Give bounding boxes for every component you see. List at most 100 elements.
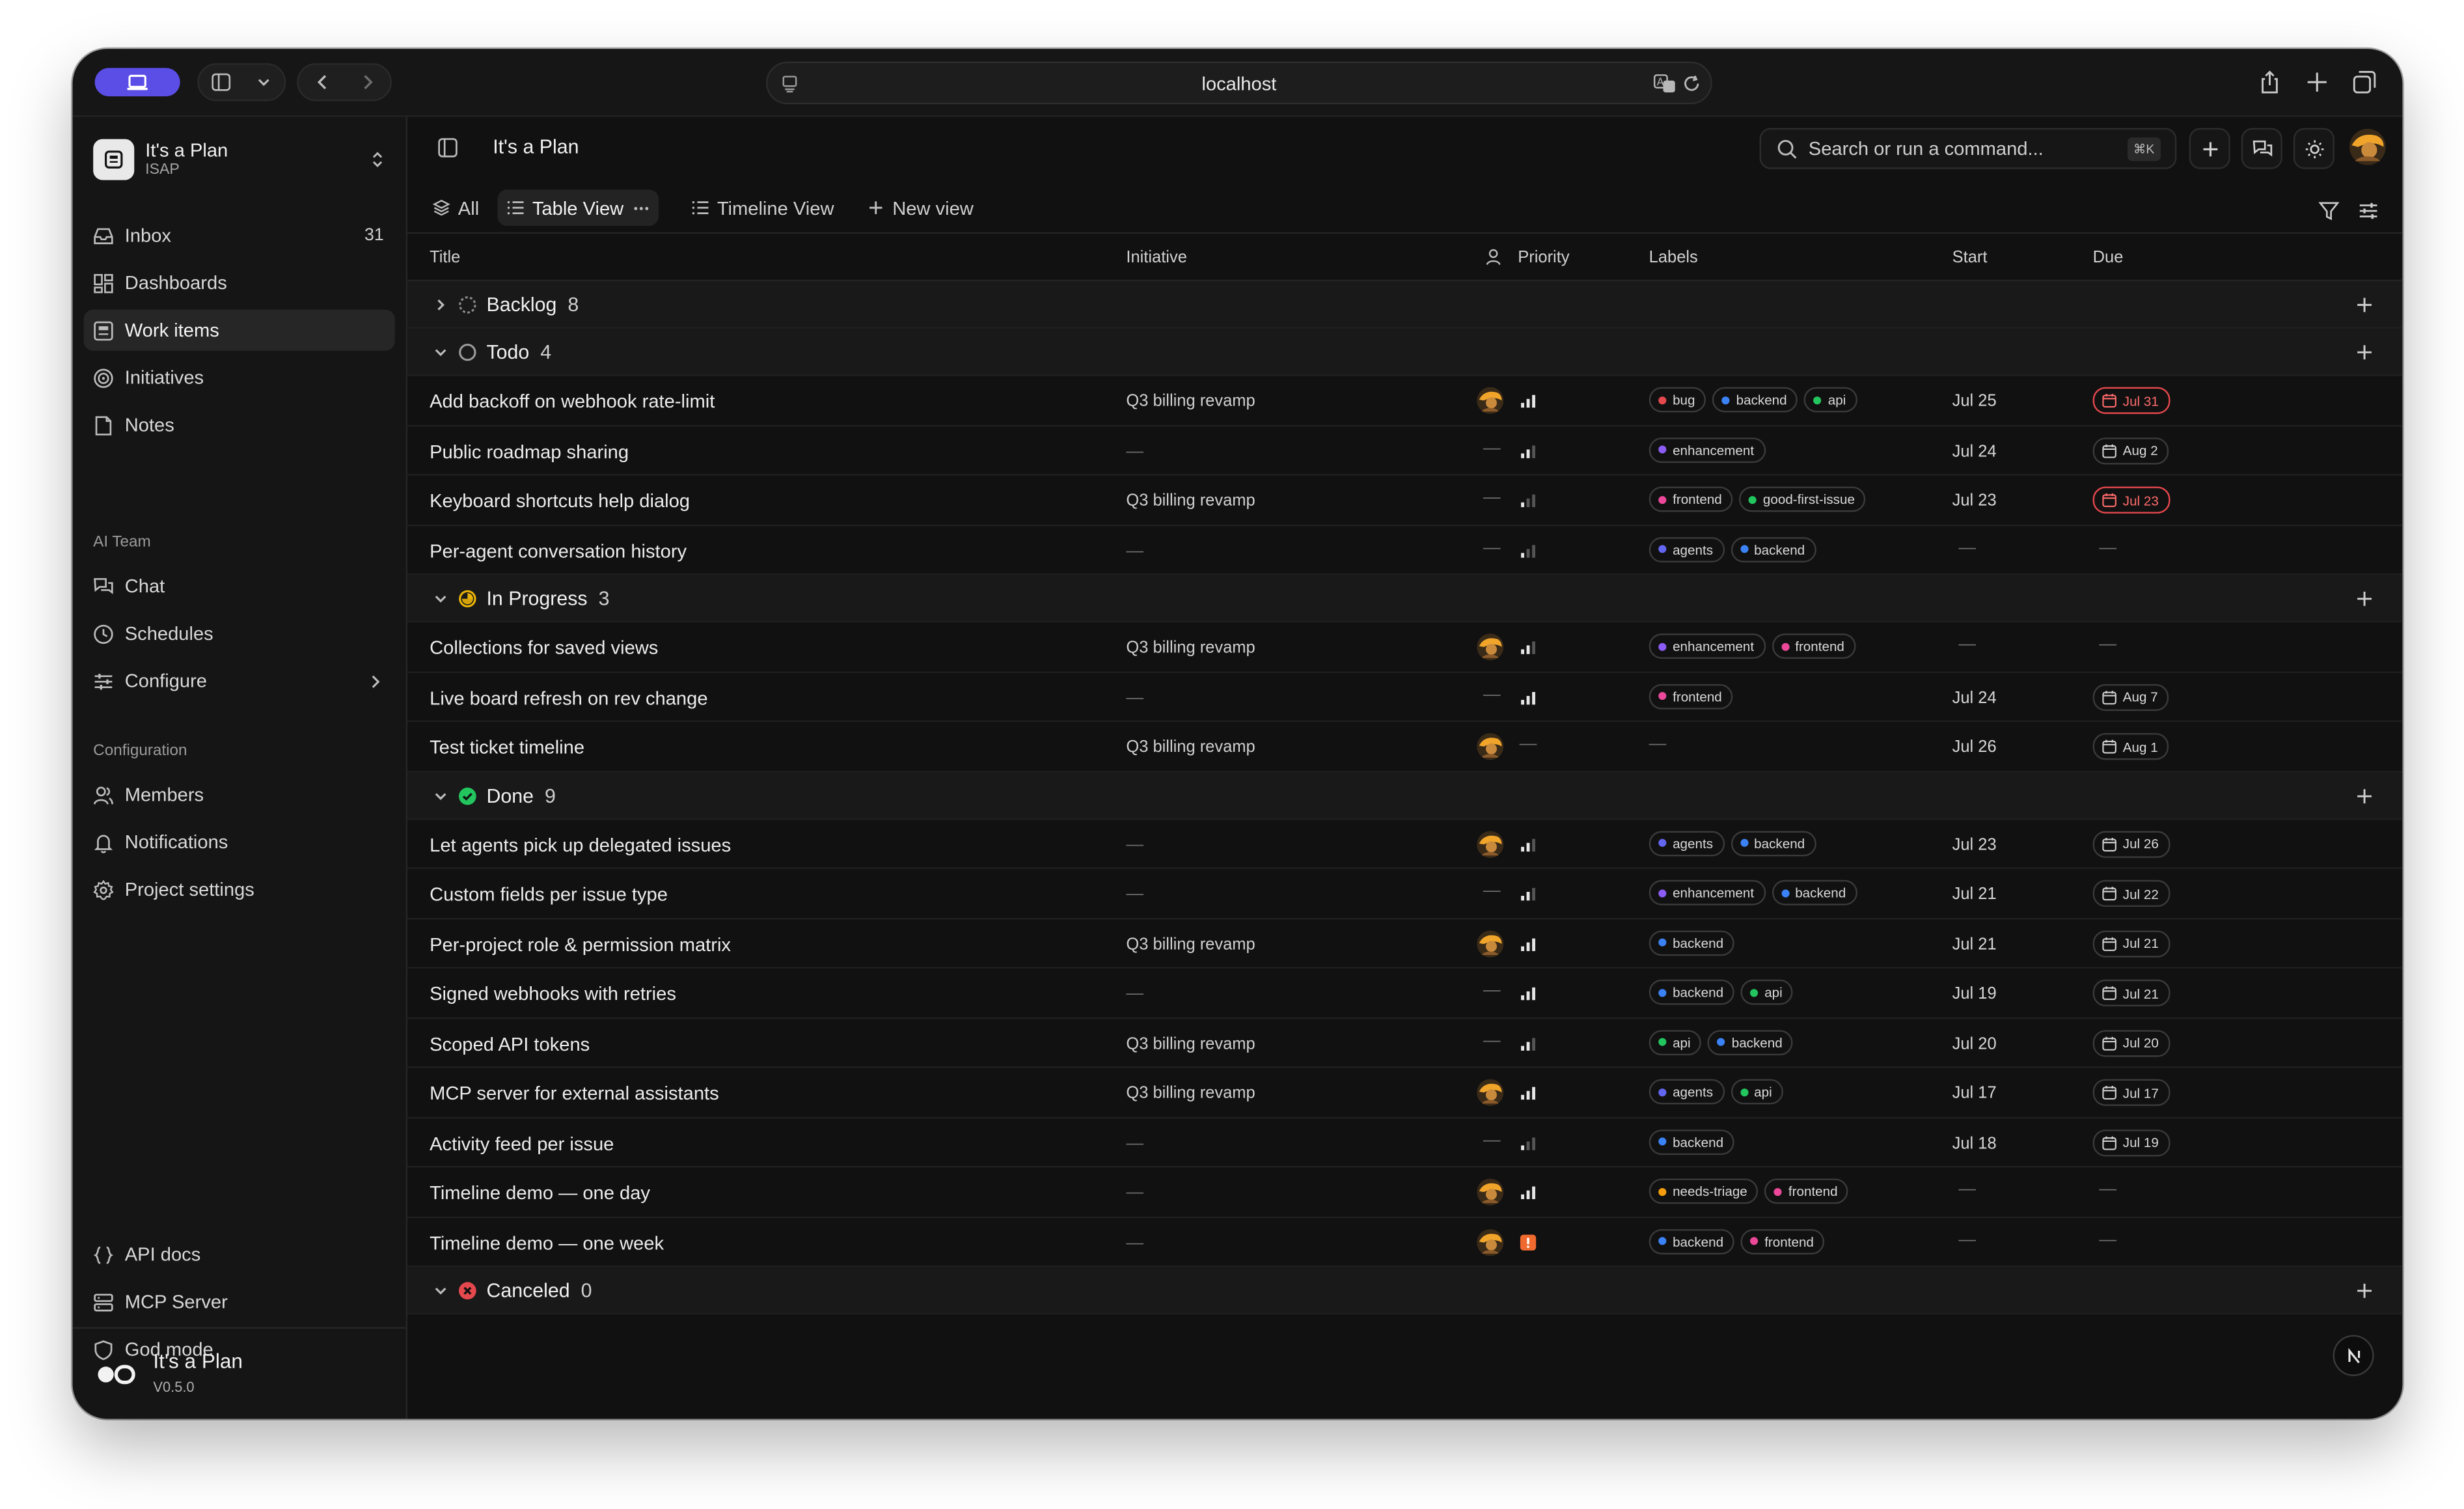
item-title[interactable]: Collections for saved views (430, 637, 658, 659)
column-header-due[interactable]: Due (2093, 248, 2124, 267)
due-date[interactable]: Aug 2 (2092, 437, 2169, 464)
table-row[interactable]: Test ticket timeline Q3 billing revamp — — J… (407, 722, 2403, 772)
assignee-avatar[interactable] (1477, 633, 1504, 661)
sidebar-item-schedules[interactable]: Schedules (84, 613, 395, 654)
item-start-date[interactable]: Jul 21 (1952, 935, 1997, 954)
empty-initiative[interactable]: — (1126, 885, 1143, 904)
item-start-date[interactable]: Jul 20 (1952, 1034, 1997, 1053)
item-title[interactable]: Public roadmap sharing (430, 440, 629, 462)
label-chip[interactable]: enhancement (1649, 437, 1766, 462)
label-chip[interactable]: frontend (1740, 1228, 1825, 1254)
assignee-avatar[interactable] (1477, 1228, 1504, 1256)
item-title[interactable]: Test ticket timeline (430, 736, 584, 758)
group-header-done[interactable]: Done 9 (407, 771, 2403, 820)
item-title[interactable]: Signed webhooks with retries (430, 983, 676, 1005)
item-title[interactable]: Keyboard shortcuts help dialog (430, 490, 690, 512)
due-date[interactable]: Jul 22 (2092, 879, 2170, 907)
label-chip[interactable]: backend (1730, 536, 1816, 562)
priority-medium-icon[interactable] (1520, 885, 1537, 902)
chevron-down-icon[interactable] (433, 788, 448, 803)
assignee-avatar[interactable] (1477, 733, 1504, 760)
table-row[interactable]: Timeline demo — one week — backend frontend… (407, 1217, 2403, 1267)
new-tab-icon[interactable] (2305, 70, 2330, 95)
workspace-switcher[interactable]: It's a Plan ISAP (93, 136, 387, 184)
empty-initiative[interactable]: — (1126, 1184, 1143, 1202)
group-header-in-progress[interactable]: In Progress 3 (407, 575, 2403, 623)
label-chip[interactable]: backend (1649, 979, 1735, 1005)
table-row[interactable]: Signed webhooks with retries — — backend api… (407, 969, 2403, 1019)
item-title[interactable]: Scoped API tokens (430, 1032, 590, 1055)
empty-assignee[interactable]: — (1483, 488, 1501, 507)
item-title[interactable]: Activity feed per issue (430, 1132, 614, 1154)
empty-due-date[interactable]: — (2099, 538, 2116, 557)
sidebar-item-configure[interactable]: Configure (84, 660, 395, 701)
column-header-labels[interactable]: Labels (1649, 248, 1698, 267)
priority-medium-icon[interactable] (1520, 835, 1537, 853)
chat-button[interactable] (2241, 128, 2282, 169)
due-date-overdue[interactable]: Jul 23 (2092, 486, 2170, 514)
sidebar-item-inbox[interactable]: Inbox 31 (84, 215, 395, 256)
sidebar-item-notes[interactable]: Notes (84, 404, 395, 445)
share-icon[interactable] (2257, 70, 2282, 95)
empty-initiative[interactable]: — (1126, 441, 1143, 460)
reload-icon[interactable] (1682, 74, 1701, 93)
empty-start-date[interactable]: — (1958, 1230, 1976, 1249)
priority-medium-icon[interactable] (1520, 1034, 1537, 1051)
tab-all[interactable]: All (423, 189, 488, 226)
add-item-icon[interactable] (2355, 786, 2374, 805)
label-chip[interactable]: backend (1649, 1228, 1735, 1254)
user-avatar[interactable] (2349, 128, 2387, 166)
priority-high-icon[interactable] (1520, 935, 1537, 952)
item-start-date[interactable]: Jul 17 (1952, 1084, 1997, 1103)
item-start-date[interactable]: Jul 26 (1952, 738, 1997, 756)
column-header-priority[interactable]: Priority (1518, 248, 1569, 267)
table-row[interactable]: Add backoff on webhook rate-limit Q3 bill… (407, 376, 2403, 426)
forward-icon[interactable] (358, 73, 377, 92)
item-initiative[interactable]: Q3 billing revamp (1126, 638, 1255, 657)
priority-medium-icon[interactable] (1520, 638, 1537, 656)
empty-due-date[interactable]: — (2099, 635, 2116, 654)
table-row[interactable]: Scoped API tokens Q3 billing revamp — api ba… (407, 1018, 2403, 1068)
label-chip[interactable]: agents (1649, 830, 1725, 856)
item-title[interactable]: MCP server for external assistants (430, 1082, 719, 1104)
item-title[interactable]: Live board refresh on rev change (430, 686, 707, 708)
more-icon[interactable] (633, 200, 649, 215)
item-title[interactable]: Timeline demo — one week (430, 1232, 664, 1254)
priority-high-icon[interactable] (1520, 392, 1537, 409)
item-start-date[interactable]: Jul 19 (1952, 984, 1997, 1003)
table-row[interactable]: Custom fields per issue type — — enhancemen… (407, 869, 2403, 919)
due-date[interactable]: Jul 21 (2092, 979, 2170, 1006)
assignee-avatar[interactable] (1477, 930, 1504, 957)
sidebar-item-initiatives[interactable]: Initiatives (84, 357, 395, 398)
empty-initiative[interactable]: — (1126, 541, 1143, 560)
item-start-date[interactable]: Jul 21 (1952, 885, 1997, 904)
label-chip[interactable]: api (1740, 979, 1794, 1005)
empty-start-date[interactable]: — (1958, 1180, 1976, 1199)
empty-priority[interactable]: — (1520, 735, 1537, 754)
priority-high-icon[interactable] (1520, 984, 1537, 1002)
item-initiative[interactable]: Q3 billing revamp (1126, 1034, 1255, 1053)
empty-due-date[interactable]: — (2099, 1230, 2116, 1249)
assignee-column-icon[interactable] (1485, 248, 1502, 266)
tab-timeline-view[interactable]: Timeline View (682, 189, 843, 226)
column-header-title[interactable]: Title (430, 248, 460, 267)
item-initiative[interactable]: Q3 billing revamp (1126, 738, 1255, 756)
due-date[interactable]: Aug 7 (2092, 683, 2169, 710)
label-chip[interactable]: agents (1649, 1079, 1725, 1105)
table-row[interactable]: Per-agent conversation history — — agents ba… (407, 525, 2403, 575)
label-chip[interactable]: needs-triage (1649, 1178, 1759, 1204)
new-view-button[interactable]: New view (858, 189, 983, 226)
group-header-backlog[interactable]: Backlog 8 (407, 281, 2403, 329)
theme-toggle-button[interactable] (2293, 128, 2334, 169)
sidebar-item-api-docs[interactable]: API docs (84, 1234, 395, 1275)
column-header-start[interactable]: Start (1952, 248, 1988, 267)
priority-medium-icon[interactable] (1520, 441, 1537, 459)
back-icon[interactable] (312, 73, 331, 92)
empty-assignee[interactable]: — (1483, 685, 1501, 704)
label-chip[interactable]: api (1649, 1029, 1702, 1055)
group-header-canceled[interactable]: Canceled 0 (407, 1267, 2403, 1315)
item-title[interactable]: Custom fields per issue type (430, 883, 668, 906)
empty-initiative[interactable]: — (1126, 984, 1143, 1003)
item-title[interactable]: Per-project role & permission matrix (430, 933, 731, 955)
empty-labels[interactable]: — (1649, 735, 1667, 754)
